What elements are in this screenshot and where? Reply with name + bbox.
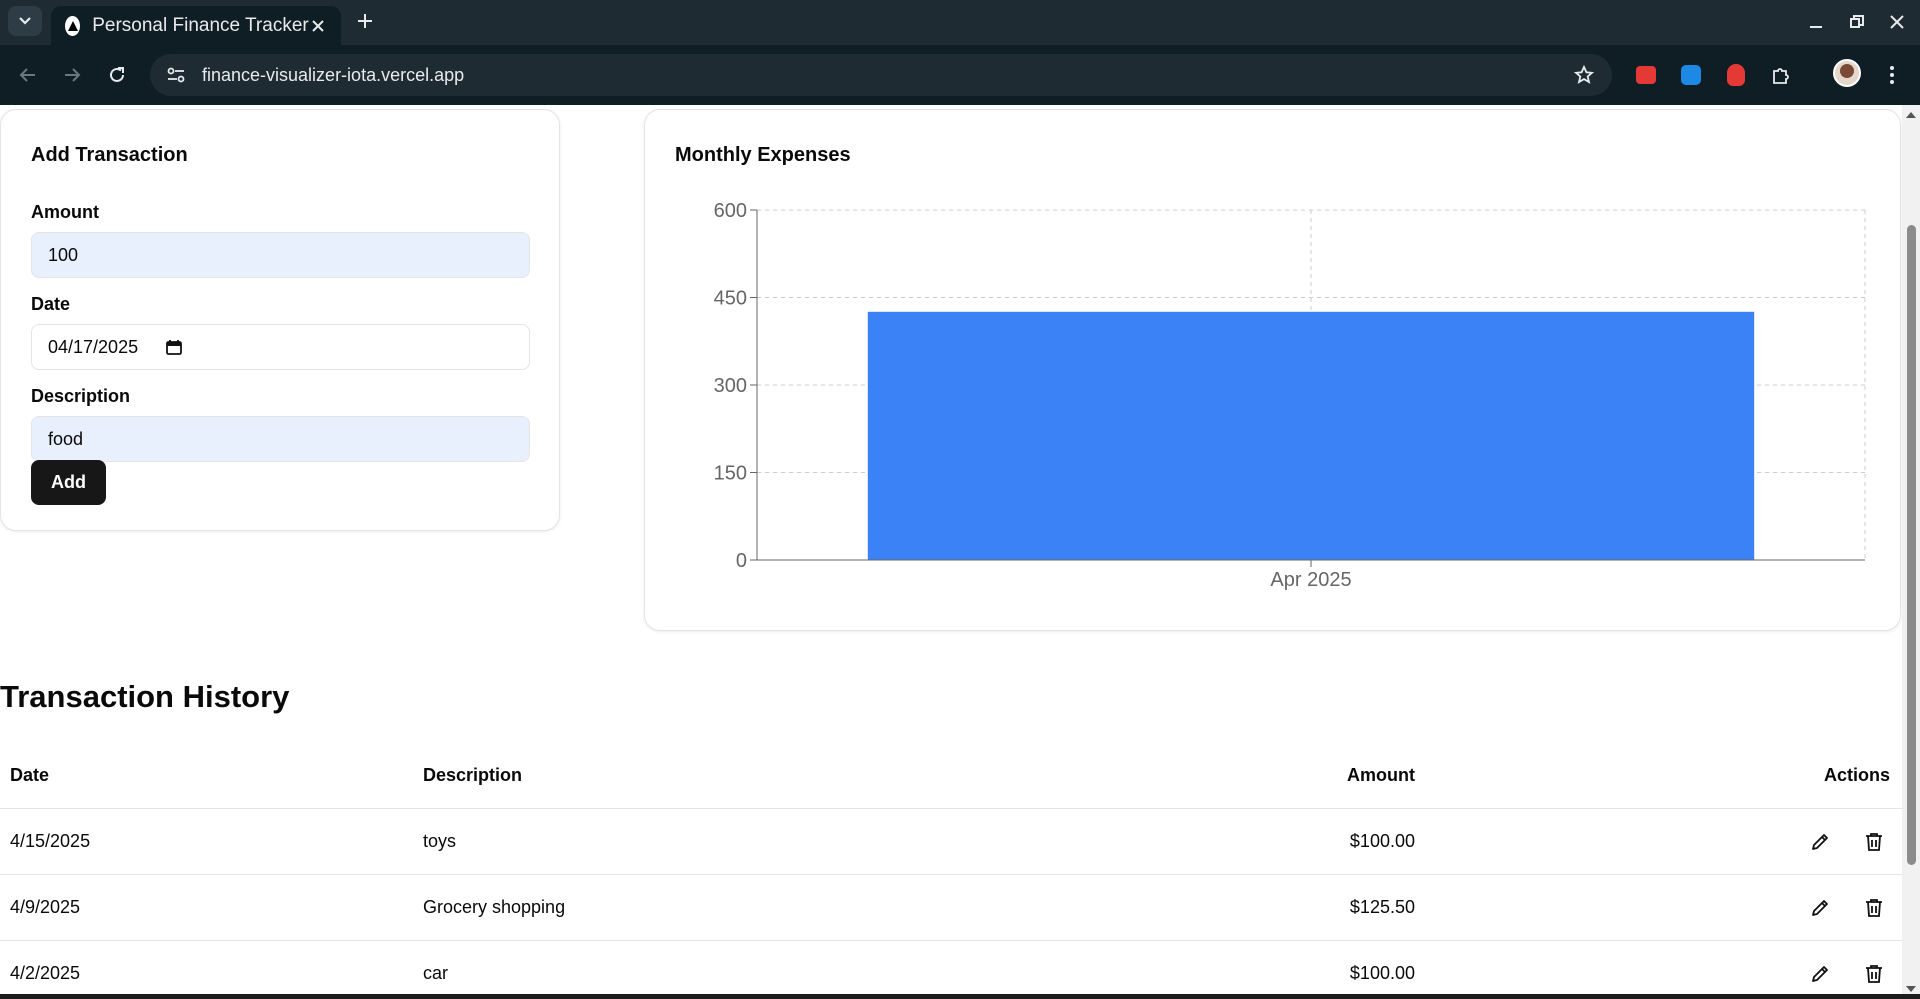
row-actions [1700,809,1890,874]
reload-button[interactable] [101,59,133,91]
forward-button[interactable] [56,59,88,91]
extension-red-icon[interactable] [1631,60,1661,90]
pencil-icon[interactable] [1804,958,1836,990]
minimize-icon [1810,26,1822,28]
amount-label: Amount [31,202,99,222]
y-tick-label: 450 [714,288,747,310]
table-row: 4/2/2025 car $100.00 [0,941,1902,999]
arrow-left-icon [19,68,35,82]
row-description: car [423,963,449,983]
scroll-thumb[interactable] [1907,225,1916,865]
table-header: Date Description Amount Actions [0,743,1902,809]
pencil-icon[interactable] [1804,892,1836,924]
bookmark-star-icon[interactable] [1564,59,1604,91]
date-label: Date [31,294,71,314]
y-tick-label: 600 [714,200,747,222]
tab-search-button[interactable] [8,6,42,36]
row-date: 4/2/2025 [10,963,81,983]
monthly-expenses-card: Monthly Expenses 0 150 300 450 600 Apr 2025 [644,109,1901,631]
extensions-puzzle-icon[interactable] [1766,60,1796,90]
add-button[interactable]: Add [31,460,106,505]
page-scrollbar[interactable] [1902,105,1920,999]
date-input[interactable]: 04/17/2025 [31,324,530,370]
monthly-expenses-chart: 0 150 300 450 600 Apr 2025 [714,200,1866,591]
y-tick-label: 300 [714,375,747,397]
plus-icon [358,14,372,28]
row-actions [1700,941,1890,999]
date-value: 04/17/2025 [48,336,139,357]
minimize-button[interactable] [1801,8,1831,36]
column-header-description: Description [423,765,523,785]
close-icon [1890,15,1904,29]
amount-input[interactable]: 100 [31,232,530,278]
row-amount: $125.50 [1349,897,1415,917]
y-tick-label: 0 [736,550,747,572]
reload-icon [110,67,124,82]
extension-blue-icon[interactable] [1676,60,1706,90]
x-tick-label: Apr 2025 [1270,569,1351,591]
new-tab-button[interactable] [350,6,380,36]
browser-tabbar: Personal Finance Tracker [0,0,1920,45]
arrow-right-icon [65,68,81,82]
profile-avatar[interactable] [1833,59,1861,87]
trash-icon[interactable] [1858,958,1890,990]
restore-button[interactable] [1842,8,1872,36]
pencil-icon[interactable] [1804,826,1836,858]
column-header-actions: Actions [1823,765,1890,785]
tab-title: Personal Finance Tracker [92,14,309,36]
trash-icon[interactable] [1858,892,1890,924]
column-header-amount: Amount [1347,765,1415,785]
back-button[interactable] [12,59,44,91]
y-tick-label: 150 [714,463,747,485]
row-actions [1700,875,1890,940]
address-bar[interactable]: finance-visualizer-iota.vercel.app [150,54,1612,96]
row-amount: $100.00 [1349,831,1415,851]
scroll-down-icon[interactable] [1906,985,1916,993]
row-amount: $100.00 [1349,963,1415,983]
restore-icon [1850,15,1864,28]
browser-menu-icon[interactable] [1877,59,1907,91]
description-input[interactable]: food [31,416,530,462]
active-tab[interactable]: Personal Finance Tracker [51,6,341,45]
column-header-date: Date [10,765,50,785]
page-content: Add Transaction Amount 100 Date 04/17/20… [0,105,1902,999]
close-tab-icon[interactable] [309,14,327,38]
site-info-icon[interactable] [156,59,196,91]
favicon-icon [65,15,81,36]
close-window-button[interactable] [1882,8,1912,36]
description-label: Description [31,386,131,406]
history-title: Transaction History [0,679,290,714]
form-title: Add Transaction [31,144,188,166]
browser-toolbar: finance-visualizer-iota.vercel.app [0,45,1920,105]
table-row: 4/9/2025 Grocery shopping $125.50 [0,875,1902,941]
amount-value: 100 [48,244,79,265]
row-description: Grocery shopping [423,897,566,917]
row-description: toys [423,831,457,851]
url-text: finance-visualizer-iota.vercel.app [202,64,465,85]
calendar-icon[interactable] [166,339,182,355]
extension-hand-icon[interactable] [1721,60,1751,90]
scroll-up-icon[interactable] [1906,111,1916,119]
taskbar-strip [0,994,1920,999]
description-value: food [48,428,84,449]
row-date: 4/15/2025 [10,831,91,851]
bar [867,311,1755,560]
table-row: 4/15/2025 toys $100.00 [0,809,1902,875]
add-transaction-card: Add Transaction Amount 100 Date 04/17/20… [0,109,560,531]
trash-icon[interactable] [1858,826,1890,858]
chevron-down-icon [19,17,31,25]
transaction-table: Date Description Amount Actions 4/15/202… [0,743,1902,999]
row-date: 4/9/2025 [10,897,81,917]
